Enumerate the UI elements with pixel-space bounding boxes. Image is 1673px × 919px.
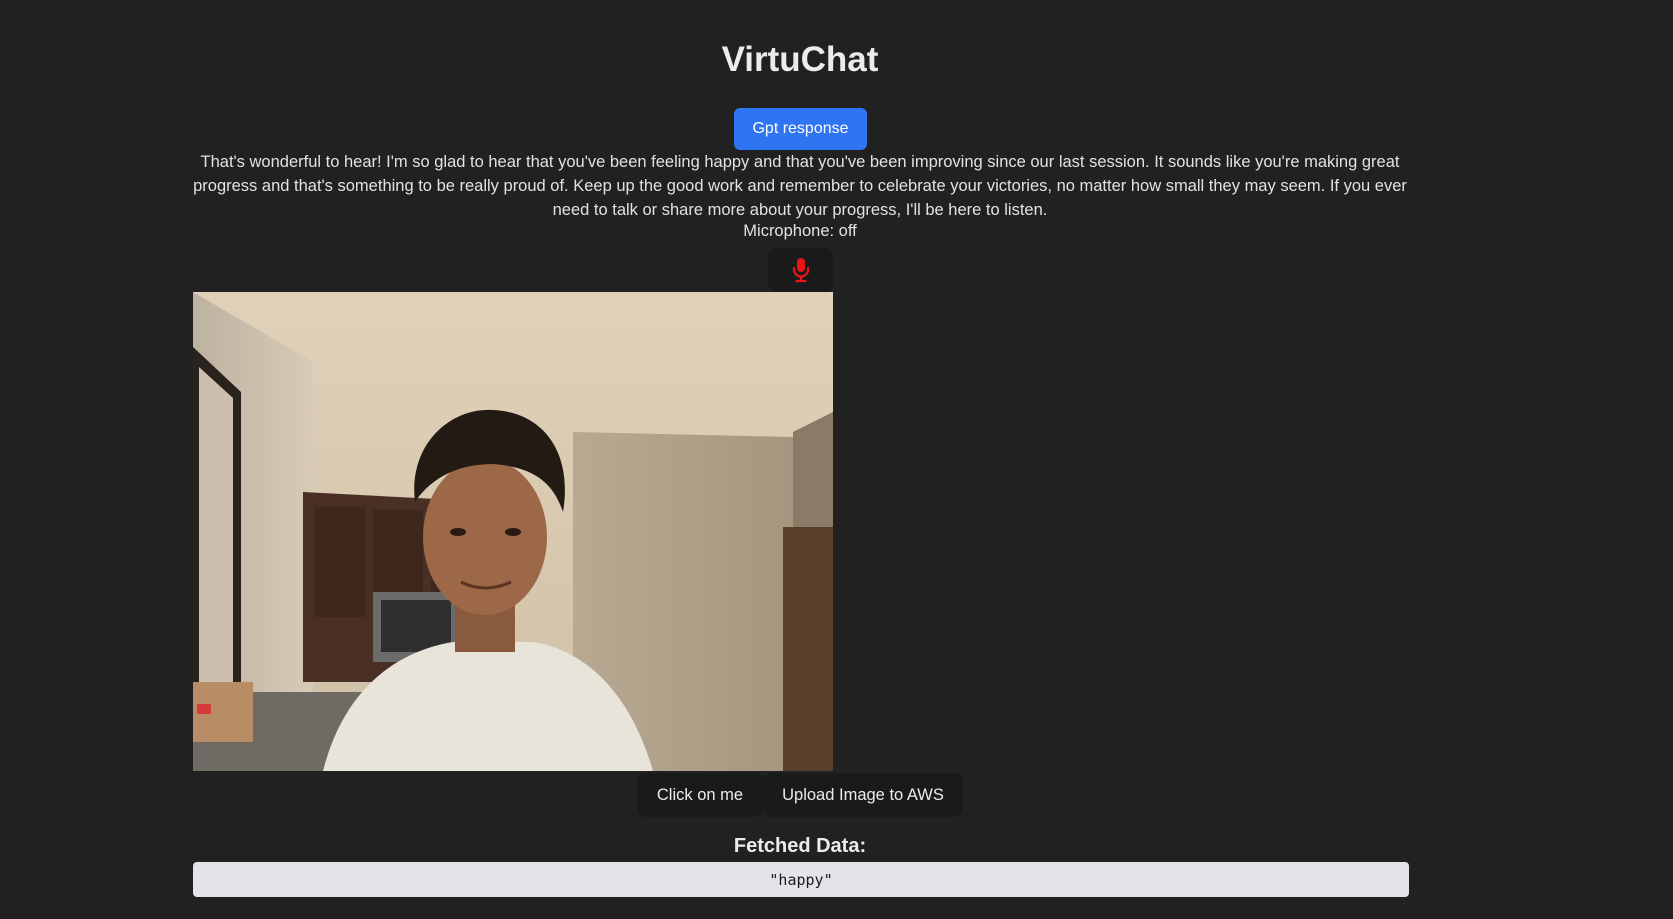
webcam-frame <box>193 292 833 771</box>
click-on-me-button[interactable]: Click on me <box>637 773 763 817</box>
gpt-response-text: That's wonderful to hear! I'm so glad to… <box>193 153 1407 219</box>
webcam-video-feed <box>193 292 833 771</box>
microphone-icon <box>792 258 809 283</box>
fetched-data-value: "happy" <box>769 870 833 889</box>
page-title: VirtuChat <box>721 40 879 79</box>
microphone-status: Microphone: off <box>743 222 857 240</box>
fetched-data-label: Fetched Data: <box>733 835 867 857</box>
gpt-response-button[interactable]: Gpt response <box>734 108 867 150</box>
fetched-data-output: "happy" <box>193 862 1409 897</box>
microphone-toggle-button[interactable] <box>768 248 833 292</box>
upload-image-aws-button[interactable]: Upload Image to AWS <box>763 773 963 817</box>
page: VirtuChat Gpt response That's wonderful … <box>0 0 1673 919</box>
